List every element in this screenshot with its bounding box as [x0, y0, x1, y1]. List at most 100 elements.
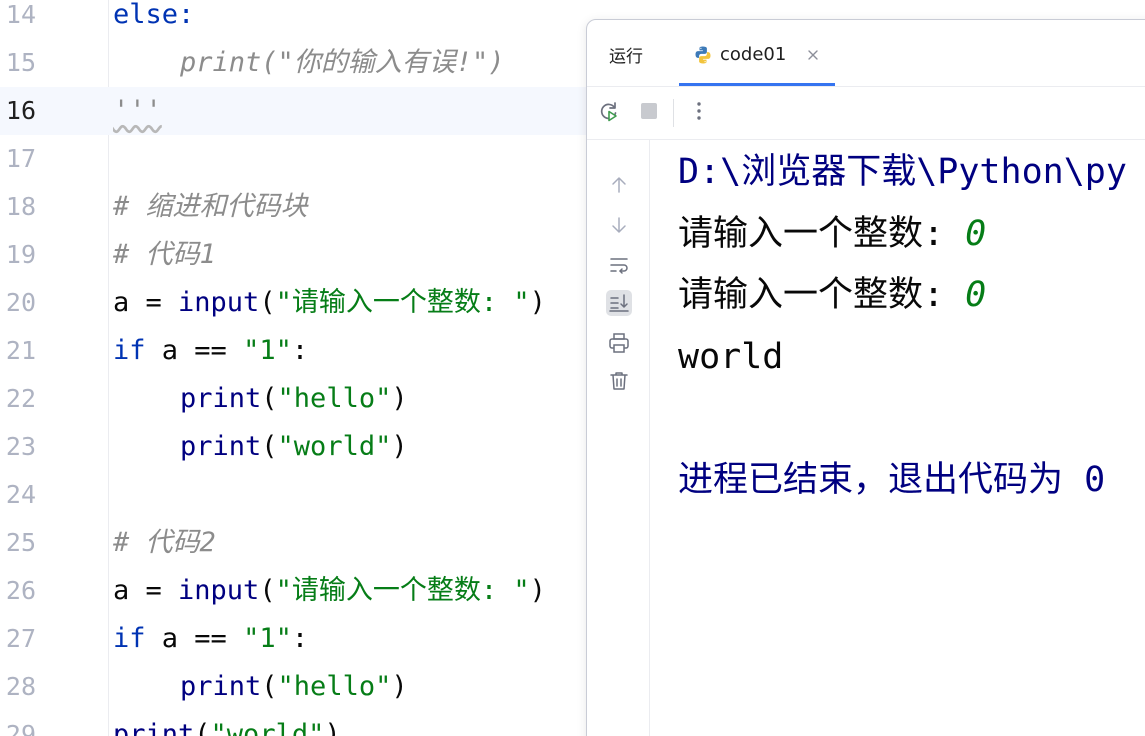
line-number: 16: [5, 96, 36, 125]
code-token: (: [259, 287, 276, 318]
code-text: print("world"): [113, 711, 341, 736]
code-token: a ==: [145, 335, 244, 366]
code-token: print: [180, 383, 262, 414]
code-token: input: [178, 575, 260, 606]
console-user-input: 0: [965, 275, 987, 315]
code-token: "请输入一个整数: ": [275, 287, 530, 318]
console-prompt-line-2: 请输入一个整数: 0: [678, 273, 986, 317]
code-token: ): [324, 719, 341, 736]
line-number: 26: [5, 576, 36, 605]
python-icon: [693, 45, 713, 65]
code-text: # 代码2: [113, 519, 216, 567]
toolbar-separator: [673, 99, 674, 127]
code-token: else:: [113, 0, 195, 30]
code-token: (: [261, 671, 278, 702]
run-toolbar: [587, 87, 1145, 140]
line-number: 23: [5, 432, 36, 461]
code-text: # 代码1: [113, 231, 216, 279]
console-user-input: 0: [965, 214, 987, 254]
code-token: a =: [113, 575, 179, 606]
delete-icon[interactable]: [606, 368, 632, 394]
code-token: "1": [243, 623, 292, 654]
code-text: a = input("请输入一个整数: "): [113, 567, 546, 615]
line-number: 18: [5, 192, 36, 221]
line-number: 28: [5, 672, 36, 701]
line-number: 25: [5, 528, 36, 557]
console-prompt-text: 请输入一个整数:: [678, 214, 966, 254]
line-number: 19: [5, 240, 36, 269]
code-token: input: [178, 287, 260, 318]
more-options-icon[interactable]: [687, 99, 711, 123]
line-number: 27: [5, 624, 36, 653]
code-token: ): [391, 383, 408, 414]
console-output-line: world: [678, 337, 784, 377]
tab-label: code01: [720, 44, 787, 65]
console-path-line: D:\浏览器下载\Python\py: [678, 152, 1127, 192]
line-number: 15: [5, 48, 36, 77]
code-token: ): [391, 671, 408, 702]
code-token: print("你的输入有误!"): [180, 47, 505, 78]
code-text: print("world"): [113, 423, 408, 471]
code-text: else:: [113, 0, 194, 39]
code-token: "world": [210, 719, 325, 736]
code-token: ''': [113, 95, 162, 126]
code-token: if: [113, 623, 146, 654]
code-text: if a == "1":: [113, 615, 308, 663]
code-text: print("hello"): [113, 375, 408, 423]
line-number: 24: [5, 480, 36, 509]
code-token: "hello": [277, 671, 392, 702]
code-token: a =: [113, 287, 179, 318]
line-number: 14: [5, 0, 36, 29]
console-prompt-line-1: 请输入一个整数: 0: [678, 212, 986, 256]
code-token: "请输入一个整数: ": [275, 575, 530, 606]
code-token: "world": [277, 431, 392, 462]
scroll-to-end-icon[interactable]: [606, 290, 632, 316]
code-text: # 缩进和代码块: [113, 183, 308, 231]
code-text: ''': [113, 87, 162, 135]
code-token: # 代码1: [113, 239, 216, 270]
active-tab-indicator: [679, 83, 835, 86]
rerun-icon[interactable]: [597, 99, 621, 123]
code-token: :: [291, 335, 309, 366]
code-text: print("hello"): [113, 663, 408, 711]
code-token: (: [259, 575, 276, 606]
console-output[interactable]: D:\浏览器下载\Python\py 请输入一个整数: 0 请输入一个整数: 0…: [650, 140, 1145, 736]
code-token: print: [113, 719, 195, 736]
tab-code01[interactable]: code01: [679, 20, 835, 86]
code-token: (: [194, 719, 211, 736]
code-token: if: [113, 335, 146, 366]
console-exit-message: 进程已结束，退出代码为 0: [678, 460, 1106, 500]
code-text: if a == "1":: [113, 327, 308, 375]
code-text: print("你的输入有误!"): [113, 39, 505, 87]
code-token: ): [529, 575, 546, 606]
run-panel-title: 运行: [609, 47, 643, 67]
line-number: 20: [5, 288, 36, 317]
console-side-toolbar: [587, 140, 650, 736]
scroll-down-icon[interactable]: [606, 212, 632, 238]
line-number: 17: [5, 144, 36, 173]
code-token: print: [180, 671, 262, 702]
line-number: 22: [5, 384, 36, 413]
print-icon[interactable]: [606, 330, 632, 356]
code-token: ): [529, 287, 546, 318]
code-token: ): [391, 431, 408, 462]
code-token: print: [180, 431, 262, 462]
code-token: "hello": [277, 383, 392, 414]
code-token: "1": [243, 335, 292, 366]
scroll-up-icon[interactable]: [606, 172, 632, 198]
run-tool-window: 运行 code01 D:\浏览器下载\Python\py 请输入一个整数: 0 …: [586, 19, 1145, 736]
code-text: a = input("请输入一个整数: "): [113, 279, 546, 327]
close-icon[interactable]: [806, 47, 820, 61]
run-tab-bar: 运行 code01: [587, 20, 1145, 87]
code-token: # 缩进和代码块: [113, 191, 308, 222]
code-token: (: [261, 383, 278, 414]
line-number: 29: [5, 720, 36, 736]
line-number: 21: [5, 336, 36, 365]
code-token: (: [261, 431, 278, 462]
code-token: a ==: [145, 623, 244, 654]
code-token: # 代码2: [113, 527, 216, 558]
console-prompt-text: 请输入一个整数:: [678, 275, 966, 315]
code-token: :: [291, 623, 309, 654]
stop-icon[interactable]: [637, 99, 661, 123]
soft-wrap-icon[interactable]: [606, 252, 632, 278]
